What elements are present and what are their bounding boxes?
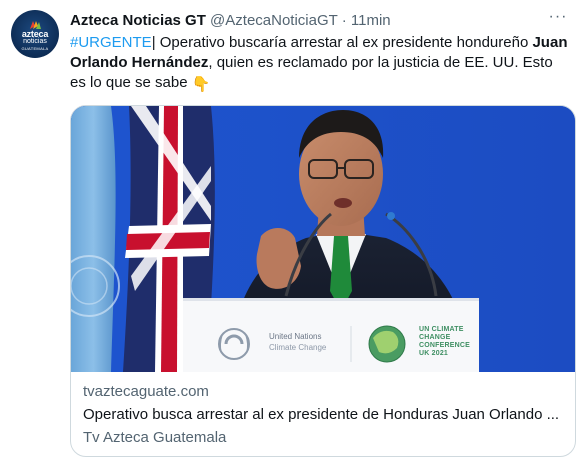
separator-dot: · xyxy=(341,12,347,29)
podium-cop-text: UN CLIMATE CHANGE CONFERENCE UK 2021 xyxy=(419,326,470,358)
avatar-brand-line3: GUATEMALA xyxy=(21,46,49,51)
tweet-text-part1: | Operativo buscaría arrestar al ex pres… xyxy=(151,34,533,51)
link-card[interactable]: United Nations Climate Change UN CLIMATE… xyxy=(70,105,576,457)
tweet-text: #URGENTE| Operativo buscaría arrestar al… xyxy=(70,33,570,95)
card-source: Tv Azteca Guatemala xyxy=(83,429,227,446)
tweet[interactable]: azteca noticias GUATEMALA Azteca Noticia… xyxy=(0,0,583,466)
card-meta[interactable]: tvaztecaguate.com Operativo busca arrest… xyxy=(83,382,563,448)
podium-cop-line: CHANGE xyxy=(419,334,451,341)
user-handle[interactable]: @AztecaNoticiaGT xyxy=(210,12,338,29)
display-name[interactable]: Azteca Noticias GT xyxy=(70,12,206,29)
avatar-brand-line2: noticias xyxy=(23,38,47,45)
hashtag-link[interactable]: #URGENTE xyxy=(70,34,152,51)
podium-un-subtitle: Climate Change xyxy=(269,343,327,352)
podium-cop-line: UN CLIMATE xyxy=(419,326,464,333)
podium-cop-line: UK 2021 xyxy=(419,350,449,357)
avatar[interactable]: azteca noticias GUATEMALA xyxy=(11,10,59,58)
card-domain: tvaztecaguate.com xyxy=(83,383,209,400)
more-options-icon[interactable]: ··· xyxy=(547,9,569,30)
card-title[interactable]: Operativo busca arrestar al ex president… xyxy=(83,405,563,425)
tweet-header: Azteca Noticias GT @AztecaNoticiaGT · 11… xyxy=(70,11,391,31)
backhand-index-pointing-down-icon: 👇 xyxy=(191,76,211,93)
podium-un-title: United Nations xyxy=(269,332,322,341)
timestamp[interactable]: 11min xyxy=(351,12,391,29)
card-image[interactable]: United Nations Climate Change UN CLIMATE… xyxy=(71,106,575,372)
podium-un-text: United Nations Climate Change xyxy=(269,331,326,353)
podium-cop-line: CONFERENCE xyxy=(419,342,471,349)
